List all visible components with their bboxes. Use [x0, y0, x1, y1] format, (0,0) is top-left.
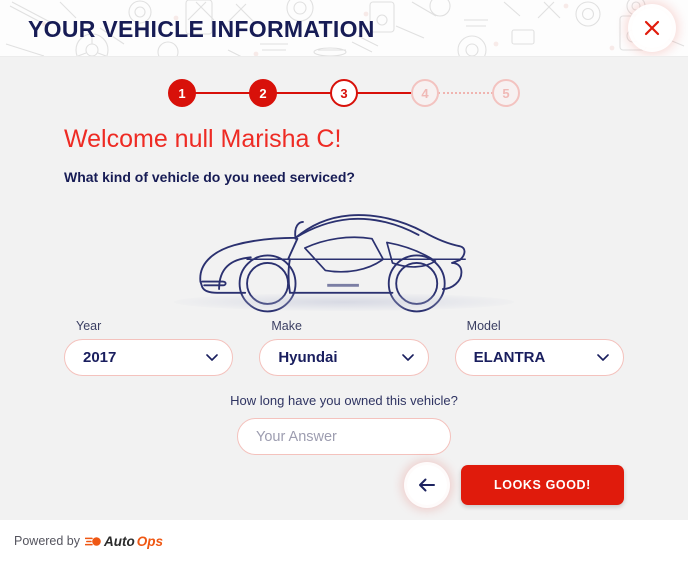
progress-stepper: 1 2 3 4 5 — [0, 79, 688, 107]
step-3[interactable]: 3 — [330, 79, 358, 107]
step-5[interactable]: 5 — [492, 79, 520, 107]
chevron-down-icon — [597, 353, 609, 361]
vehicle-fields-row: Year 2017 Make Hyundai Model ELANTRA — [64, 319, 624, 376]
make-select[interactable]: Hyundai — [259, 339, 429, 376]
vehicle-information-modal: YOUR VEHICLE INFORMATION 1 2 3 4 5 Welco… — [0, 0, 688, 562]
autoops-logo-ops: Ops — [136, 533, 164, 549]
step-connector-1 — [195, 92, 250, 94]
ownership-answer-input[interactable] — [237, 418, 451, 455]
step-5-label: 5 — [502, 85, 510, 101]
close-icon — [644, 20, 660, 36]
step-connector-4 — [438, 92, 493, 94]
autoops-logo-auto: Auto — [104, 533, 135, 549]
autoops-speed-icon — [85, 536, 101, 546]
car-shadow — [174, 293, 514, 311]
year-field: Year 2017 — [64, 319, 234, 376]
step-1-label: 1 — [178, 85, 186, 101]
model-label: Model — [466, 319, 501, 333]
make-field: Make Hyundai — [259, 319, 429, 376]
year-select[interactable]: 2017 — [64, 339, 234, 376]
submit-button[interactable]: LOOKS GOOD! — [461, 465, 624, 505]
chevron-down-icon — [401, 353, 414, 361]
vehicle-question: What kind of vehicle do you need service… — [64, 169, 355, 185]
powered-by-text: Powered by — [14, 534, 81, 548]
action-buttons: LOOKS GOOD! — [407, 465, 624, 505]
close-button[interactable] — [632, 8, 672, 48]
arrow-left-icon — [419, 478, 435, 492]
model-value: ELANTRA — [473, 349, 546, 366]
back-button[interactable] — [407, 465, 447, 505]
step-1[interactable]: 1 — [168, 79, 196, 107]
step-2-label: 2 — [259, 85, 267, 101]
step-4[interactable]: 4 — [411, 79, 439, 107]
car-illustration-area — [0, 192, 688, 317]
powered-by-block: Powered by Auto Ops — [14, 534, 163, 549]
year-value: 2017 — [83, 349, 117, 366]
make-label: Make — [271, 319, 302, 333]
year-label: Year — [76, 319, 102, 333]
step-connector-2 — [276, 92, 331, 94]
make-value: Hyundai — [278, 349, 338, 366]
step-3-label: 3 — [340, 85, 348, 101]
modal-body: 1 2 3 4 5 Welcome null Marisha C! What k… — [0, 57, 688, 520]
ownership-label: How long have you owned this vehicle? — [230, 393, 458, 408]
step-4-label: 4 — [421, 85, 429, 101]
modal-header: YOUR VEHICLE INFORMATION — [0, 0, 688, 57]
modal-footer: Powered by Auto Ops — [0, 520, 688, 562]
step-2[interactable]: 2 — [249, 79, 277, 107]
chevron-down-icon — [206, 353, 219, 361]
welcome-heading: Welcome null Marisha C! — [64, 125, 342, 153]
step-connector-3 — [357, 92, 412, 94]
page-title: YOUR VEHICLE INFORMATION — [28, 16, 375, 42]
autoops-logo: Auto Ops — [85, 534, 163, 549]
model-field: Model ELANTRA — [454, 319, 624, 376]
model-select[interactable]: ELANTRA — [454, 339, 624, 376]
ownership-block: How long have you owned this vehicle? — [0, 393, 688, 455]
